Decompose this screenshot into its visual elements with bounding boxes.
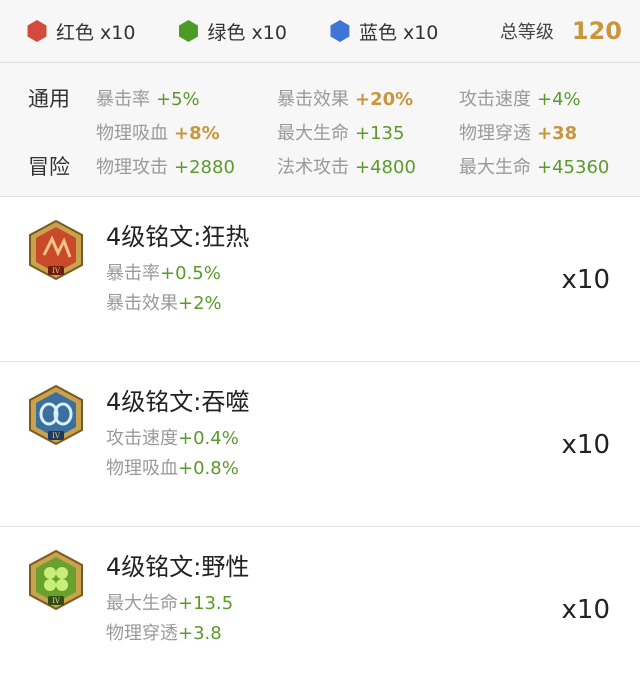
green-hexagon-icon: [179, 20, 198, 42]
blue-hexagon-icon: [330, 20, 350, 42]
svg-text:IV: IV: [52, 432, 61, 440]
adventure-category-label: 冒险: [28, 155, 70, 179]
rune-title: 4级铭文:狂热: [106, 223, 250, 251]
total-level-label: 总等级: [499, 22, 554, 43]
red-gem-count: 红色 x10: [26, 18, 135, 45]
stat-lifesteal: 物理吸血 +8%: [96, 123, 220, 144]
total-level-value: 120: [571, 17, 622, 45]
total-level: 总等级 120: [500, 0, 622, 62]
rune-row-wild[interactable]: IV 4级铭文:野性 最大生命+13.5 物理穿透+3.8 x10: [0, 527, 640, 691]
stat-crit-effect: 暴击效果 +20%: [277, 89, 414, 110]
svg-text:IV: IV: [52, 267, 61, 275]
stat-armor-pen: 物理穿透 +38: [459, 123, 578, 144]
stats-summary: 通用 冒险 暴击率 +5% 暴击效果 +20% 攻击速度 +4% 物理吸血 +8% 最大…: [0, 63, 640, 197]
rune-attr: 最大生命+13.5: [106, 593, 234, 614]
blue-rune-icon: IV: [29, 384, 83, 446]
blue-gem-label: 蓝色 x10: [358, 21, 439, 44]
rune-title: 4级铭文:吞噬: [106, 388, 250, 416]
stat-max-hp: 最大生命 +135: [277, 123, 405, 144]
red-hexagon-icon: [27, 20, 47, 42]
blue-gem-count: 蓝色 x10: [329, 18, 438, 45]
rune-attr: 物理穿透+3.8: [106, 623, 222, 644]
green-gem-label: 绿色 x10: [207, 21, 287, 44]
rune-count: x10: [561, 595, 610, 625]
rune-attr: 物理吸血+0.8%: [106, 458, 239, 479]
general-category-label: 通用: [28, 87, 70, 111]
rune-row-frenzy[interactable]: IV 4级铭文:狂热 暴击率+0.5% 暴击效果+2% x10: [0, 197, 640, 362]
green-gem-count: 绿色 x10: [177, 18, 287, 45]
stat-physical-attack: 物理攻击 +2880: [96, 157, 235, 178]
rune-attr: 暴击率+0.5%: [106, 263, 221, 284]
svg-text:IV: IV: [52, 597, 61, 605]
red-rune-icon: IV: [29, 219, 83, 281]
rune-attr: 暴击效果+2%: [106, 293, 222, 314]
rune-row-devour[interactable]: IV 4级铭文:吞噬 攻击速度+0.4% 物理吸血+0.8% x10: [0, 362, 640, 527]
stat-crit-rate: 暴击率 +5%: [96, 89, 200, 110]
red-gem-label: 红色 x10: [56, 21, 136, 44]
green-rune-icon: IV: [29, 549, 83, 611]
rune-count: x10: [561, 430, 610, 460]
rune-count: x10: [561, 265, 610, 295]
rune-attr: 攻击速度+0.4%: [106, 428, 239, 449]
stat-adventure-max-hp: 最大生命 +45360: [459, 157, 610, 178]
stat-magic-attack: 法术攻击 +4800: [277, 157, 416, 178]
rune-title: 4级铭文:野性: [106, 553, 250, 581]
stat-attack-speed: 攻击速度 +4%: [459, 89, 581, 110]
gem-summary-bar: 红色 x10 绿色 x10 蓝色 x10 总等级 120: [0, 0, 640, 63]
